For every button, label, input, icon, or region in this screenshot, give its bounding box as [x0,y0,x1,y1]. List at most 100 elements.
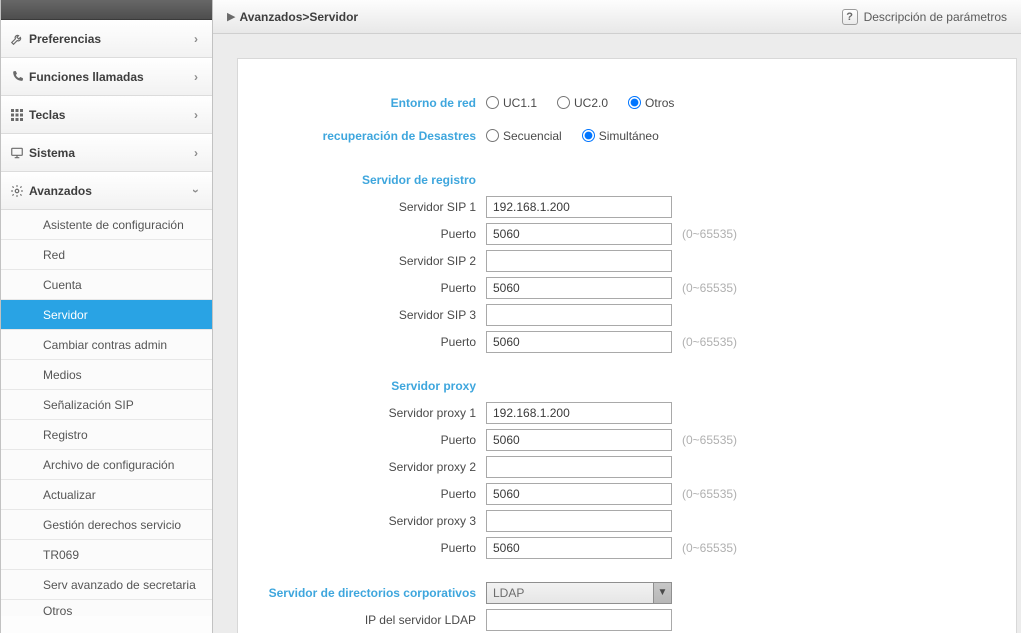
sidebar-item-label: Otros [43,604,72,618]
select-value: LDAP [493,586,524,600]
radio-secuencial[interactable]: Secuencial [486,129,562,143]
hint: (0~65535) [682,335,737,349]
sidebar-section-funciones[interactable]: Funciones llamadas › [1,58,212,96]
chevron-right-icon: › [194,146,198,160]
sidebar-item-asistente[interactable]: Asistente de configuración [1,210,212,240]
sidebar-section-preferencias[interactable]: Preferencias › [1,20,212,58]
input-sip3[interactable] [486,304,672,326]
sidebar-item-otros[interactable]: Otros [1,600,212,616]
label-proxy3-port: Puerto [258,541,486,555]
sidebar-item-tr069[interactable]: TR069 [1,540,212,570]
radio-simultaneo[interactable]: Simultáneo [582,129,659,143]
input-proxy2-port[interactable] [486,483,672,505]
sidebar-item-red[interactable]: Red [1,240,212,270]
main-area: ▶ Avanzados>Servidor ? Descripción de pa… [213,0,1021,633]
input-sip3-port[interactable] [486,331,672,353]
label-sip3: Servidor SIP 3 [258,308,486,322]
input-sip2[interactable] [486,250,672,272]
radio-label: Otros [645,96,674,110]
sidebar-section-sistema[interactable]: Sistema › [1,134,212,172]
select-corp-dir[interactable]: LDAP ▼ [486,582,672,604]
sidebar-item-archivo-config[interactable]: Archivo de configuración [1,450,212,480]
sidebar-section-label: Preferencias [29,32,194,46]
sidebar-item-senalizacion-sip[interactable]: Señalización SIP [1,390,212,420]
hint: (0~65535) [682,541,737,555]
sidebar-item-label: Asistente de configuración [43,218,184,232]
radio-uc20[interactable]: UC2.0 [557,96,608,110]
help-link[interactable]: ? Descripción de parámetros [842,9,1007,25]
breadcrumb-text: Avanzados>Servidor [239,10,358,24]
sidebar-item-actualizar[interactable]: Actualizar [1,480,212,510]
sidebar-section-avanzados[interactable]: Avanzados › [1,172,212,210]
radio-otros[interactable]: Otros [628,96,674,110]
sidebar-item-label: Registro [43,428,88,442]
sidebar-item-label: Cambiar contras admin [43,338,167,352]
sidebar-item-medios[interactable]: Medios [1,360,212,390]
label-proxy1: Servidor proxy 1 [258,406,486,420]
sidebar-item-cambiar-contras[interactable]: Cambiar contras admin [1,330,212,360]
label-ldap-ip: IP del servidor LDAP [258,613,486,627]
input-sip1-port[interactable] [486,223,672,245]
sidebar-item-label: Señalización SIP [43,398,134,412]
input-sip2-port[interactable] [486,277,672,299]
label-proxy2-port: Puerto [258,487,486,501]
input-sip1[interactable] [486,196,672,218]
section-servidor-proxy: Servidor proxy [258,373,486,399]
label-sip1: Servidor SIP 1 [258,200,486,214]
sidebar-item-label: Actualizar [43,488,96,502]
sidebar-section-label: Avanzados [29,184,194,198]
sidebar-item-label: Cuenta [43,278,82,292]
hint: (0~65535) [682,227,737,241]
sidebar-top-strip [1,0,212,20]
sidebar-item-label: Serv avanzado de secretaria [43,578,196,592]
help-label: Descripción de parámetros [864,10,1007,24]
sidebar-section-label: Funciones llamadas [29,70,194,84]
hint: (0~65535) [682,433,737,447]
label-proxy1-port: Puerto [258,433,486,447]
label-recuperacion: recuperación de Desastres [258,129,486,143]
label-entorno-red: Entorno de red [258,96,486,110]
hint: (0~65535) [682,281,737,295]
input-proxy1-port[interactable] [486,429,672,451]
sidebar-submenu-avanzados: Asistente de configuración Red Cuenta Se… [1,210,212,616]
sidebar-item-label: Archivo de configuración [43,458,174,472]
input-proxy2[interactable] [486,456,672,478]
hint: (0~65535) [682,487,737,501]
input-ldap-ip[interactable] [486,609,672,631]
sidebar-item-cuenta[interactable]: Cuenta [1,270,212,300]
gear-icon [9,183,25,199]
label-sip1-port: Puerto [258,227,486,241]
chevron-down-icon: › [189,189,203,193]
grid-icon [9,107,25,123]
chevron-down-icon: ▼ [653,583,671,603]
sidebar-section-teclas[interactable]: Teclas › [1,96,212,134]
phone-icon [9,69,25,85]
sidebar-item-servidor[interactable]: Servidor [1,300,212,330]
input-proxy3-port[interactable] [486,537,672,559]
radio-label: UC2.0 [574,96,608,110]
settings-panel: Entorno de red UC1.1 UC2.0 Otros recuper… [237,58,1017,633]
radio-group-entorno: UC1.1 UC2.0 Otros [486,96,996,110]
radio-label: Secuencial [503,129,562,143]
sidebar-item-registro[interactable]: Registro [1,420,212,450]
sidebar-item-gestion-derechos[interactable]: Gestión derechos servicio [1,510,212,540]
sidebar-item-label: Servidor [43,308,88,322]
label-sip3-port: Puerto [258,335,486,349]
radio-uc11[interactable]: UC1.1 [486,96,537,110]
label-proxy3: Servidor proxy 3 [258,514,486,528]
label-proxy2: Servidor proxy 2 [258,460,486,474]
input-proxy3[interactable] [486,510,672,532]
sidebar-item-label: Red [43,248,65,262]
sidebar-item-label: Gestión derechos servicio [43,518,181,532]
breadcrumb: ▶ Avanzados>Servidor ? Descripción de pa… [213,0,1021,34]
monitor-icon [9,145,25,161]
content-shell: Entorno de red UC1.1 UC2.0 Otros recuper… [213,34,1021,633]
sidebar-section-label: Teclas [29,108,194,122]
sidebar-item-serv-secretaria[interactable]: Serv avanzado de secretaria [1,570,212,600]
sidebar-item-label: TR069 [43,548,79,562]
wrench-icon [9,31,25,47]
radio-label: Simultáneo [599,129,659,143]
radio-label: UC1.1 [503,96,537,110]
input-proxy1[interactable] [486,402,672,424]
chevron-right-icon: › [194,108,198,122]
